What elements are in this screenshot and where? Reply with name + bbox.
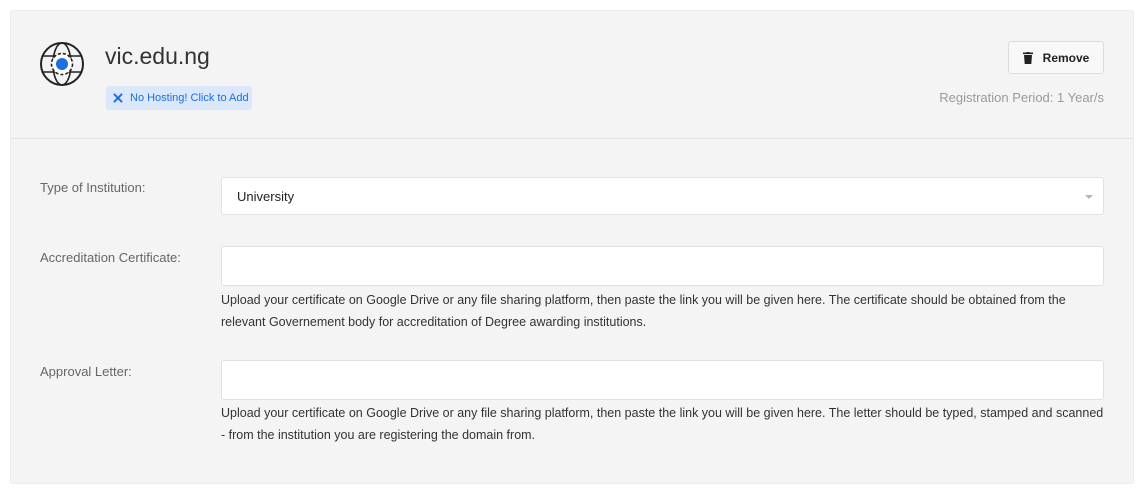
approval-letter-label: Approval Letter: — [40, 364, 132, 379]
remove-button-label: Remove — [1042, 50, 1090, 65]
chevron-down-icon — [1085, 195, 1093, 199]
globe-icon — [40, 42, 84, 86]
remove-button[interactable]: Remove — [1008, 41, 1104, 74]
accreditation-certificate-input[interactable] — [221, 246, 1104, 286]
add-hosting-label: No Hosting! Click to Add — [130, 92, 249, 104]
trash-icon — [1022, 51, 1033, 64]
approval-letter-input[interactable] — [221, 360, 1104, 400]
institution-type-value: University — [237, 188, 295, 204]
institution-type-select[interactable]: University — [221, 177, 1104, 215]
domain-name: vic.edu.ng — [105, 43, 210, 69]
domain-header: vic.edu.ng No Hosting! Click to Add Remo… — [11, 11, 1133, 139]
accreditation-help-text: Upload your certificate on Google Drive … — [221, 293, 1066, 329]
registration-period: Registration Period: 1 Year/s — [939, 90, 1104, 105]
close-icon — [112, 92, 124, 104]
add-hosting-badge[interactable]: No Hosting! Click to Add — [106, 86, 252, 110]
accreditation-certificate-label: Accreditation Certificate: — [40, 250, 181, 265]
institution-type-label: Type of Institution: — [40, 180, 146, 195]
approval-letter-help-text: Upload your certificate on Google Drive … — [221, 406, 1104, 442]
domain-config-card: vic.edu.ng No Hosting! Click to Add Remo… — [10, 10, 1134, 484]
